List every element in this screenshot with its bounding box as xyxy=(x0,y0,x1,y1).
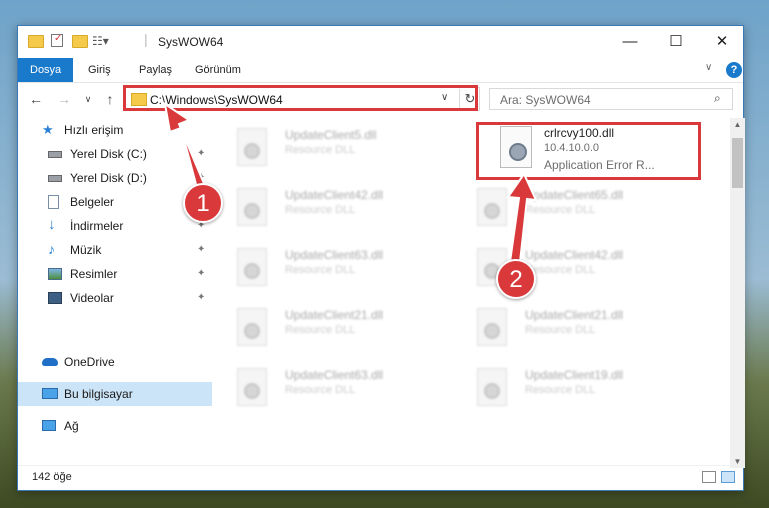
step-badge-1: 1 xyxy=(183,183,223,223)
arrow-1 xyxy=(163,101,207,190)
annotation-arrows xyxy=(163,101,538,263)
step-badge-2: 2 xyxy=(496,259,536,299)
arrow-2 xyxy=(506,171,538,263)
